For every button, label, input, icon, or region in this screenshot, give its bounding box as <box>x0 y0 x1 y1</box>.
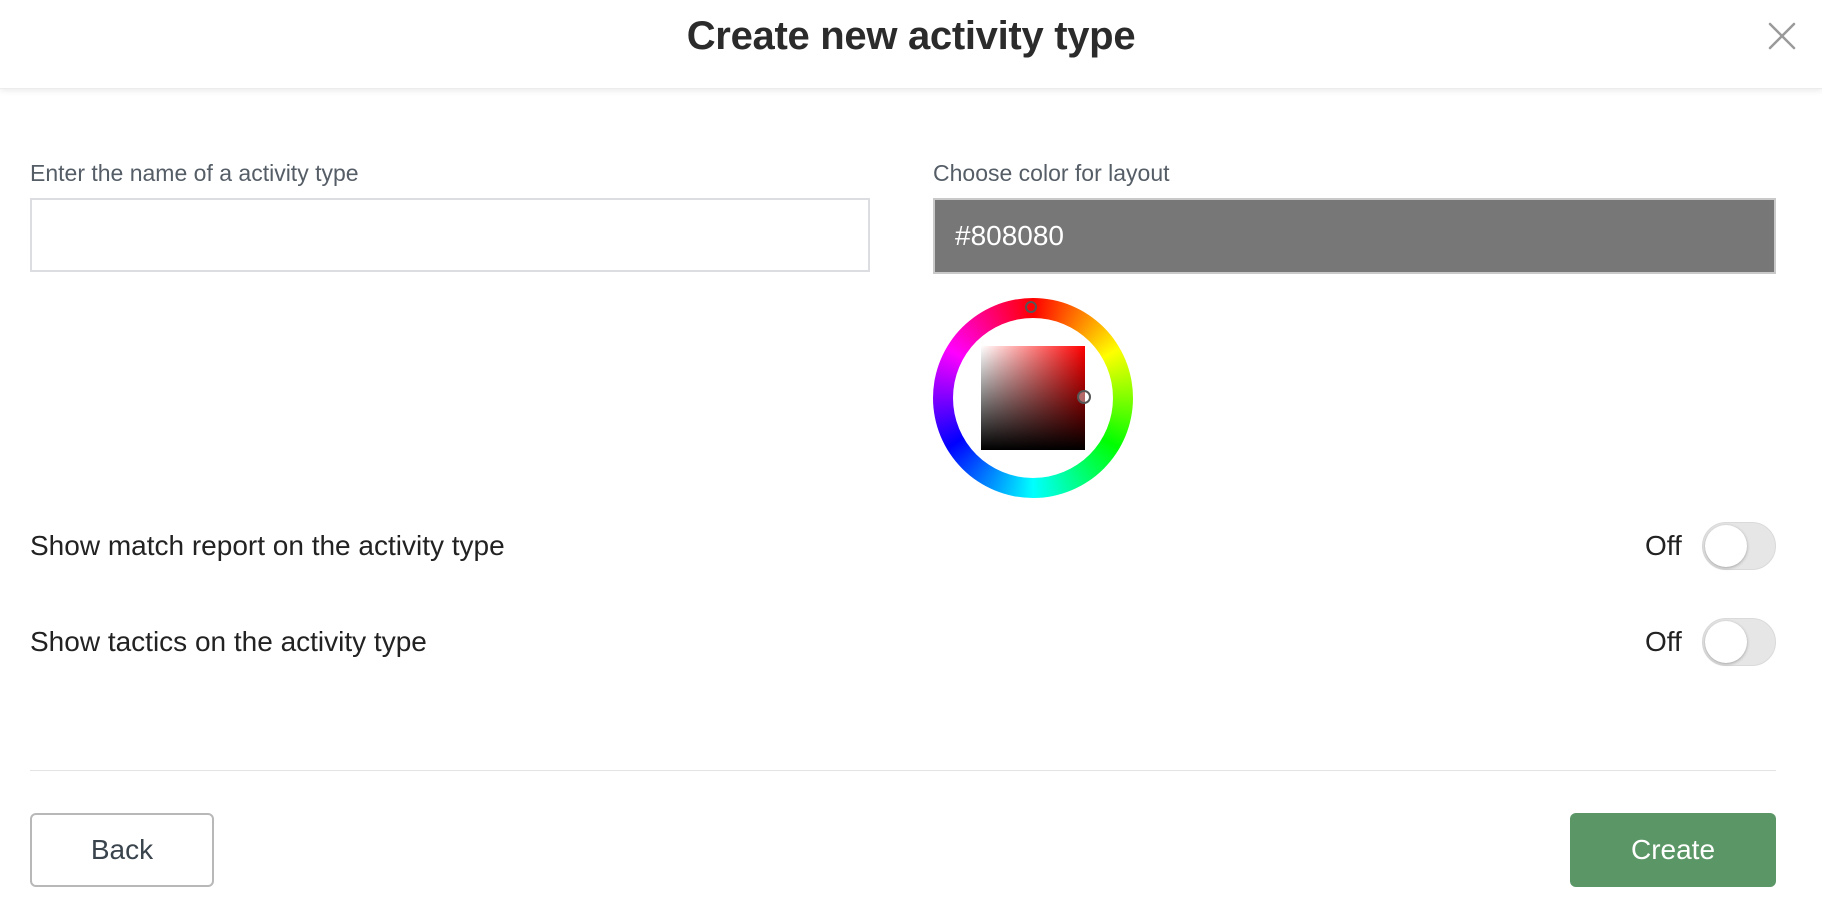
dialog-header: Create new activity type <box>0 0 1822 89</box>
dialog-title: Create new activity type <box>686 14 1136 58</box>
create-button[interactable]: Create <box>1570 813 1776 887</box>
footer-divider <box>30 770 1776 771</box>
color-hex-input[interactable] <box>933 198 1776 274</box>
color-picker[interactable] <box>933 298 1133 498</box>
activity-type-name-input[interactable] <box>30 198 870 272</box>
show-match-report-label: Show match report on the activity type <box>30 530 505 561</box>
back-button[interactable]: Back <box>30 813 214 887</box>
saturation-value-handle[interactable] <box>1077 390 1091 404</box>
show-match-report-state: Off <box>1645 530 1682 561</box>
toggle-knob <box>1705 621 1747 663</box>
saturation-value-square[interactable] <box>981 346 1085 450</box>
close-button[interactable] <box>1766 20 1798 52</box>
show-tactics-label: Show tactics on the activity type <box>30 626 427 657</box>
name-field-label: Enter the name of a activity type <box>30 160 359 186</box>
show-match-report-toggle[interactable] <box>1702 522 1776 570</box>
show-tactics-state: Off <box>1645 626 1682 657</box>
hue-handle[interactable] <box>1025 301 1037 313</box>
close-icon <box>1768 22 1796 50</box>
show-tactics-toggle[interactable] <box>1702 618 1776 666</box>
create-activity-type-dialog: Create new activity type Enter the name … <box>0 0 1822 912</box>
color-field-label: Choose color for layout <box>933 160 1170 186</box>
toggle-knob <box>1705 525 1747 567</box>
